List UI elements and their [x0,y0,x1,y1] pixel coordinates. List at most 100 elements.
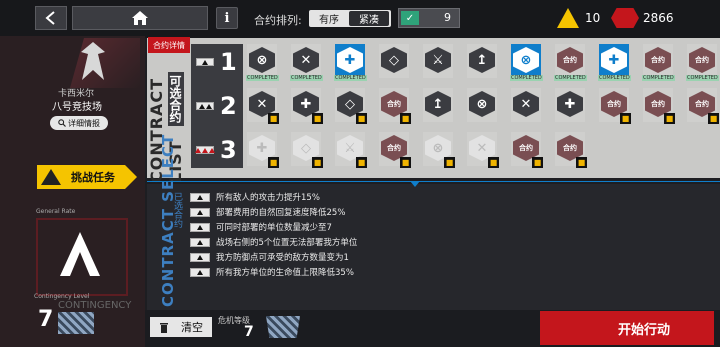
contract-glyph: ◇ [301,140,311,156]
contract-tile[interactable]: 合约 ■ [643,88,675,124]
info-button[interactable]: i [216,7,238,29]
contract-tile[interactable]: ⚔ [423,44,453,78]
contract-glyph: 合约 [387,100,401,108]
contract-icon: 合约 [689,47,715,73]
lock-icon: ■ [576,157,587,168]
selected-rank-icon [190,252,210,262]
contract-icon: ✕ [293,47,319,73]
resource-currency-value: 2866 [643,11,674,25]
completed-badge: COMPLETED [686,75,719,81]
selected-item-text: 所有敌人的攻击力提升15% [216,193,320,203]
contract-tile[interactable]: 合约 ■ [511,132,543,168]
selected-item-4[interactable]: 战场右侧的5个位置无法部署我方单位 [190,236,357,248]
trash-icon [160,322,168,333]
selected-item-1[interactable]: 所有敌人的攻击力提升15% [190,191,320,203]
contract-tile[interactable]: 合约 COMPLETED [642,44,675,81]
risk-level-value: 7 [244,324,254,340]
contract-glyph: ◇ [345,96,355,112]
contract-tile[interactable]: ⚔ ■ [335,132,367,168]
contract-icon: ⊗ [249,47,275,73]
info-icon: i [224,10,230,26]
contract-tile[interactable]: ⊗ COMPLETED [246,44,279,81]
rank-row-1: 1 [196,50,240,74]
contract-tile[interactable]: 合约 COMPLETED [554,44,587,81]
sort-option-ordered[interactable]: 有序 [311,11,347,26]
contract-tile[interactable]: ↥ [423,88,453,122]
contract-glyph: 合约 [695,56,709,64]
selected-item-text: 所有我方单位的生命值上限降低35% [216,268,354,278]
contract-tile[interactable]: ◇ ■ [335,88,367,124]
contract-icon: ↥ [469,47,495,73]
contract-tile[interactable]: ✚ ■ [247,132,279,168]
clear-button[interactable]: 清空 [150,317,212,337]
challenge-button[interactable]: 挑战任务 [37,165,137,189]
contract-tab-label: 合约详情 [153,40,185,50]
home-icon [132,11,148,25]
completed-badge: COMPLETED [642,75,675,81]
selected-item-5[interactable]: 我方防御点可承受的敌方数量变为1 [190,251,349,263]
contract-icon: ✚ [601,47,627,73]
contract-tile[interactable]: ⊗ COMPLETED [510,44,543,81]
contract-tile[interactable]: 合约 ■ [555,132,587,168]
left-level-number: 7 [38,307,54,332]
contract-tile[interactable]: 合约 ■ [379,88,411,124]
rank-number-3: 3 [220,136,237,164]
sort-option-compact[interactable]: 紧凑 [349,11,389,26]
rank-marker-1 [196,58,214,66]
contract-tile[interactable]: ◇ ■ [291,132,323,168]
contract-tab[interactable]: 合约详情 [148,37,190,53]
contract-tile[interactable]: 合约 ■ [687,88,719,124]
contract-glyph: ✚ [256,140,268,156]
contract-glyph: ✚ [300,96,312,112]
risk-level-pattern [266,316,300,338]
contract-glyph: 合约 [387,144,401,152]
contract-icon: 合约 [557,47,583,73]
contract-tile[interactable]: 合约 COMPLETED [686,44,719,81]
contract-tile[interactable]: 合约 ■ [379,132,411,168]
completed-badge: COMPLETED [246,75,279,81]
selected-item-3[interactable]: 可同时部署的单位数量减少至7 [190,221,332,233]
contract-glyph: ⊗ [520,52,532,68]
contingency-level-label: Contingency Level [34,293,90,300]
selected-rank-icon [190,222,210,232]
home-button[interactable] [72,6,208,30]
stage-subtitle: 八号竞技场 [52,102,102,113]
contract-tile[interactable]: ⊗ ■ [423,132,455,168]
contract-glyph: ↥ [432,96,444,112]
contract-tile[interactable]: ✕ COMPLETED [290,44,323,81]
contract-icon: ◇ [381,47,407,73]
contingency-logo-icon [60,232,100,276]
risk-currency-value: 10 [585,11,601,25]
contract-tile[interactable]: ↥ [467,44,497,78]
contract-tile[interactable]: ✚ ■ [291,88,323,124]
completed-badge: COMPLETED [334,75,367,81]
contract-tile[interactable]: ✚ [555,88,585,122]
completed-badge: COMPLETED [554,75,587,81]
selected-item-text: 战场右侧的5个位置无法部署我方单位 [216,238,358,248]
start-button[interactable]: 开始行动 [540,311,714,345]
selected-item-2[interactable]: 部署费用的自然回复速度降低25% [190,206,345,218]
contract-tile[interactable]: ◇ [379,44,409,78]
contract-tile[interactable]: ✕ ■ [467,132,499,168]
contract-tile[interactable]: 合约 ■ [599,88,631,124]
contract-glyph: ✚ [608,52,620,68]
contract-tile[interactable]: ✕ [511,88,541,122]
selected-vertical-title: CONTRACT SELECT 已选合约 [150,134,186,307]
search-icon [58,119,66,127]
selected-rank-icon [190,267,210,277]
contract-tile[interactable]: ⊗ [467,88,497,122]
back-button[interactable] [35,6,67,30]
contract-tile[interactable]: ✕ ■ [247,88,279,124]
contract-glyph: ⚔ [432,52,444,68]
contract-glyph: ✕ [256,96,268,112]
detail-button-label: 详细情报 [68,118,100,128]
contract-tile[interactable]: ✚ COMPLETED [334,44,367,81]
rank-marker-3 [195,146,215,154]
contract-glyph: ✕ [300,52,312,68]
rank-row-3: 3 [195,138,240,162]
selected-item-6[interactable]: 所有我方单位的生命值上限降低35% [190,266,354,278]
detail-button[interactable]: 详细情报 [50,116,108,130]
completed-badge: COMPLETED [598,75,631,81]
contract-tile[interactable]: ✚ COMPLETED [598,44,631,81]
checkmark-icon: ✓ [401,11,419,25]
